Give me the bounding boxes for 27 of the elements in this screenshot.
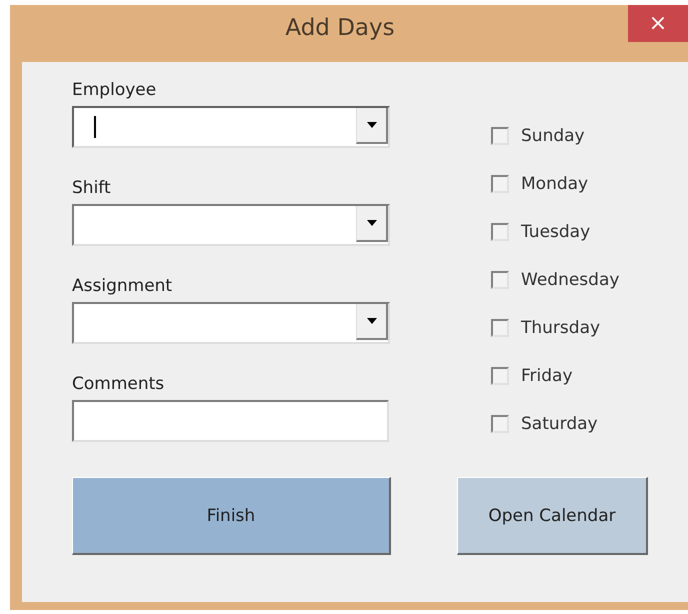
checkbox-label: Tuesday (521, 222, 590, 242)
dropdown-field[interactable] (72, 204, 390, 246)
dropdown-field[interactable] (72, 302, 390, 344)
checkbox[interactable] (491, 319, 509, 337)
dropdown-field[interactable] (72, 106, 390, 148)
checkbox-label: Wednesday (521, 270, 620, 290)
checkbox[interactable] (491, 415, 509, 433)
finish-button[interactable]: Finish (72, 477, 391, 555)
checkbox[interactable] (491, 127, 509, 145)
field-label: Shift (72, 178, 112, 198)
open-calendar-button[interactable]: Open Calendar (457, 477, 648, 555)
field-label: Comments (72, 374, 166, 394)
field-label: Assignment (72, 276, 174, 296)
field-label: Employee (72, 80, 158, 100)
checkbox-label: Sunday (521, 126, 585, 146)
close-button[interactable]: × (628, 5, 688, 42)
checkbox[interactable] (491, 175, 509, 193)
text-cursor (94, 116, 96, 138)
checkbox-label: Thursday (521, 318, 600, 338)
text-field[interactable] (72, 400, 389, 442)
checkbox-label: Saturday (521, 414, 598, 434)
checkbox[interactable] (491, 367, 509, 385)
window-title: Add Days (285, 15, 395, 41)
checkbox-label: Friday (521, 366, 573, 386)
checkbox-label: Monday (521, 174, 588, 194)
checkbox[interactable] (491, 223, 509, 241)
checkbox[interactable] (491, 271, 509, 289)
